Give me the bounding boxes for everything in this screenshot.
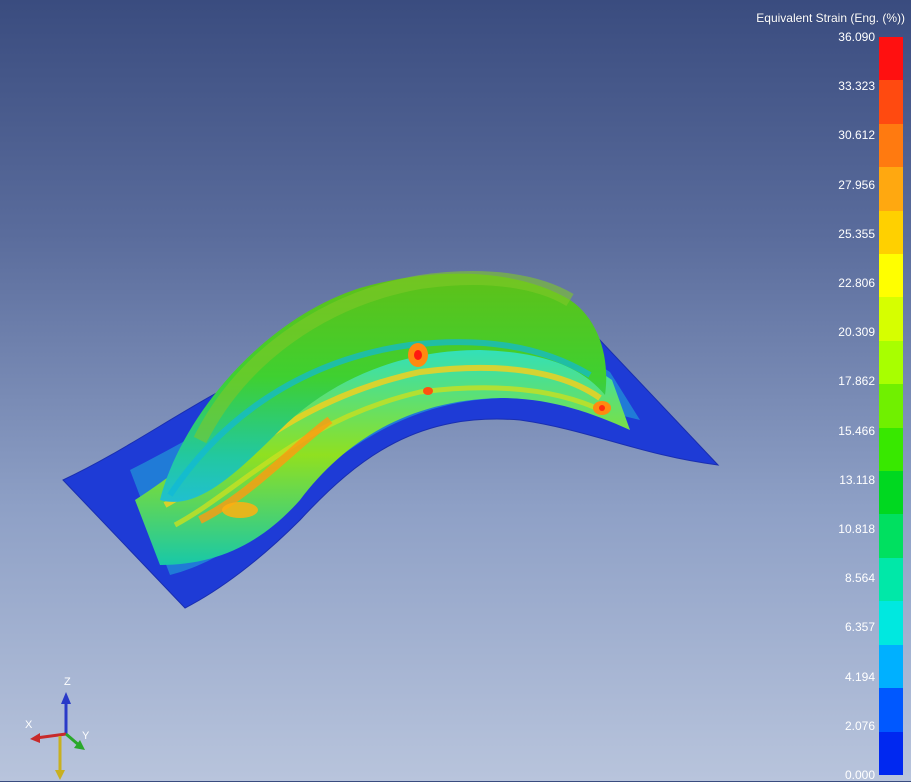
legend-color-segment <box>879 557 903 602</box>
strain-hotspot-peak-core <box>414 350 422 360</box>
x-axis-arrow <box>30 733 40 743</box>
x-axis-label: X <box>25 719 33 731</box>
legend-tick-label: 36.090 <box>838 30 875 44</box>
legend-tick-label: 22.806 <box>838 276 875 290</box>
legend-color-segment <box>879 731 903 775</box>
legend-tick-label: 17.862 <box>838 374 875 389</box>
legend-tick-label: 2.076 <box>844 718 875 733</box>
strain-hotspot-left <box>222 502 258 518</box>
negative-z-axis-arrow <box>55 770 65 780</box>
legend-title: Equivalent Strain (Eng. (%)) <box>756 11 905 25</box>
legend-tick-label: 8.564 <box>844 571 875 586</box>
legend-tick-label: 15.466 <box>838 423 875 438</box>
legend-color-segment <box>879 471 903 515</box>
legend-tick-label: 20.309 <box>838 325 875 340</box>
strain-hotspot-small <box>423 387 433 395</box>
legend-tick-label: 30.612 <box>838 128 875 143</box>
legend-tick-label: 33.323 <box>838 79 875 94</box>
legend-tick-label: 13.118 <box>839 472 875 487</box>
legend-color-segment <box>879 340 903 385</box>
legend-color-segment <box>879 384 903 428</box>
axis-triad[interactable]: Z X Y <box>22 672 102 781</box>
legend-tick-label: 6.357 <box>844 620 875 635</box>
legend-color-segment <box>879 80 903 124</box>
y-axis-label: Y <box>82 730 90 742</box>
strain-hotspot-right-core <box>599 405 605 411</box>
legend-tick-label: 0.000 <box>844 768 875 782</box>
legend-color-segment <box>879 37 903 81</box>
legend-color-bar <box>879 37 903 775</box>
legend-color-segment <box>879 514 903 558</box>
z-axis-arrow <box>61 692 71 704</box>
legend-color-segment <box>879 210 903 255</box>
legend-color-segment <box>879 254 903 298</box>
legend-color-segment <box>879 688 903 732</box>
legend-color-segment <box>879 297 903 341</box>
formed-part-model[interactable] <box>0 0 911 781</box>
3d-viewport[interactable]: Equivalent Strain (Eng. (%)) 36.090 33.32… <box>0 0 911 782</box>
legend-color-segment <box>879 601 903 645</box>
legend-color-segment <box>879 427 903 472</box>
legend-tick-label: 25.355 <box>838 226 875 241</box>
legend-color-segment <box>879 123 903 168</box>
legend-tick-label: 4.194 <box>844 669 875 684</box>
legend-tick-label: 27.956 <box>838 177 875 192</box>
legend-color-segment <box>879 167 903 211</box>
legend-tick-label: 10.818 <box>838 522 875 536</box>
z-axis-label: Z <box>64 676 71 688</box>
legend-color-segment <box>879 644 903 689</box>
